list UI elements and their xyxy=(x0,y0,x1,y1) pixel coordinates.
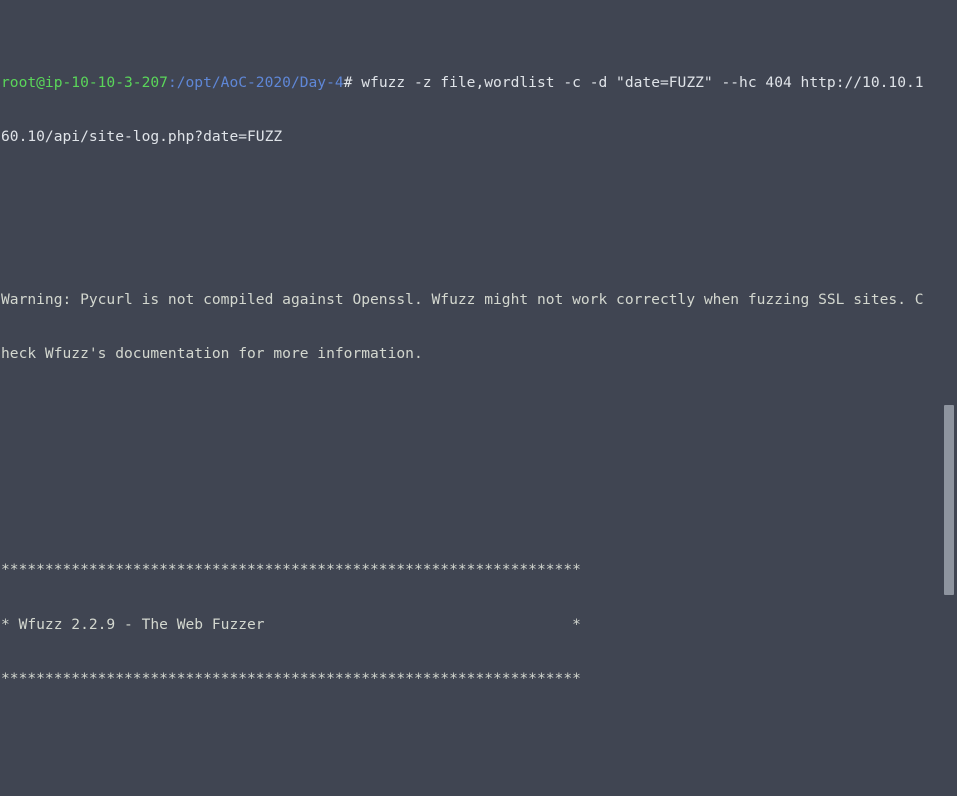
prompt-command: wfuzz -z file,wordlist -c -d "date=FUZZ"… xyxy=(361,74,924,92)
warning-line-1: Warning: Pycurl is not compiled against … xyxy=(1,290,924,308)
prompt-line: root@ip-10-10-3-207:/opt/AoC-2020/Day-4#… xyxy=(1,74,940,92)
banner-rule-top: ****************************************… xyxy=(1,561,581,579)
warning-line-2: heck Wfuzz's documentation for more info… xyxy=(1,344,423,362)
prompt-symbol: # xyxy=(343,74,362,92)
scrollbar-thumb[interactable] xyxy=(944,405,954,595)
vertical-scrollbar[interactable] xyxy=(940,0,957,796)
prompt-path: :/opt/AoC-2020/Day-4 xyxy=(167,74,344,92)
terminal-window[interactable]: root@ip-10-10-3-207:/opt/AoC-2020/Day-4#… xyxy=(0,0,957,796)
banner-title: * Wfuzz 2.2.9 - The Web Fuzzer * xyxy=(1,615,581,633)
terminal-screen[interactable]: root@ip-10-10-3-207:/opt/AoC-2020/Day-4#… xyxy=(0,0,940,796)
prompt-user-host: root@ip-10-10-3-207 xyxy=(1,74,168,92)
banner-rule-bottom: ****************************************… xyxy=(1,669,581,687)
prompt-command-wrap: 60.10/api/site-log.php?date=FUZZ xyxy=(1,128,283,146)
